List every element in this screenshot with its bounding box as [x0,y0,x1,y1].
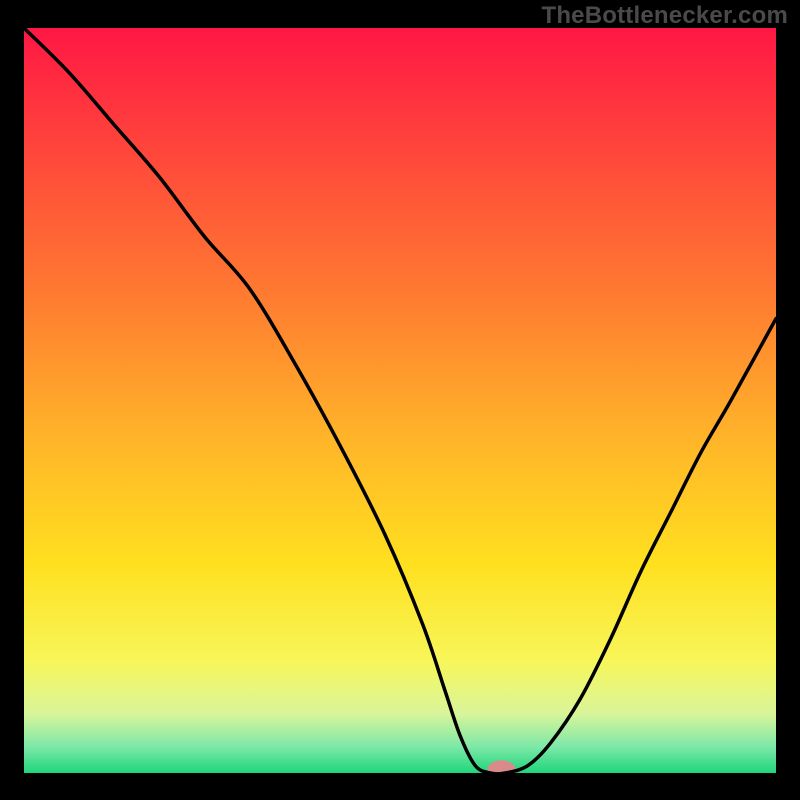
bottleneck-chart [24,28,776,773]
chart-container: TheBottlenecker.com [0,0,800,800]
watermark-text: TheBottlenecker.com [541,2,788,30]
gradient-background [24,28,776,773]
plot-area [24,28,776,773]
